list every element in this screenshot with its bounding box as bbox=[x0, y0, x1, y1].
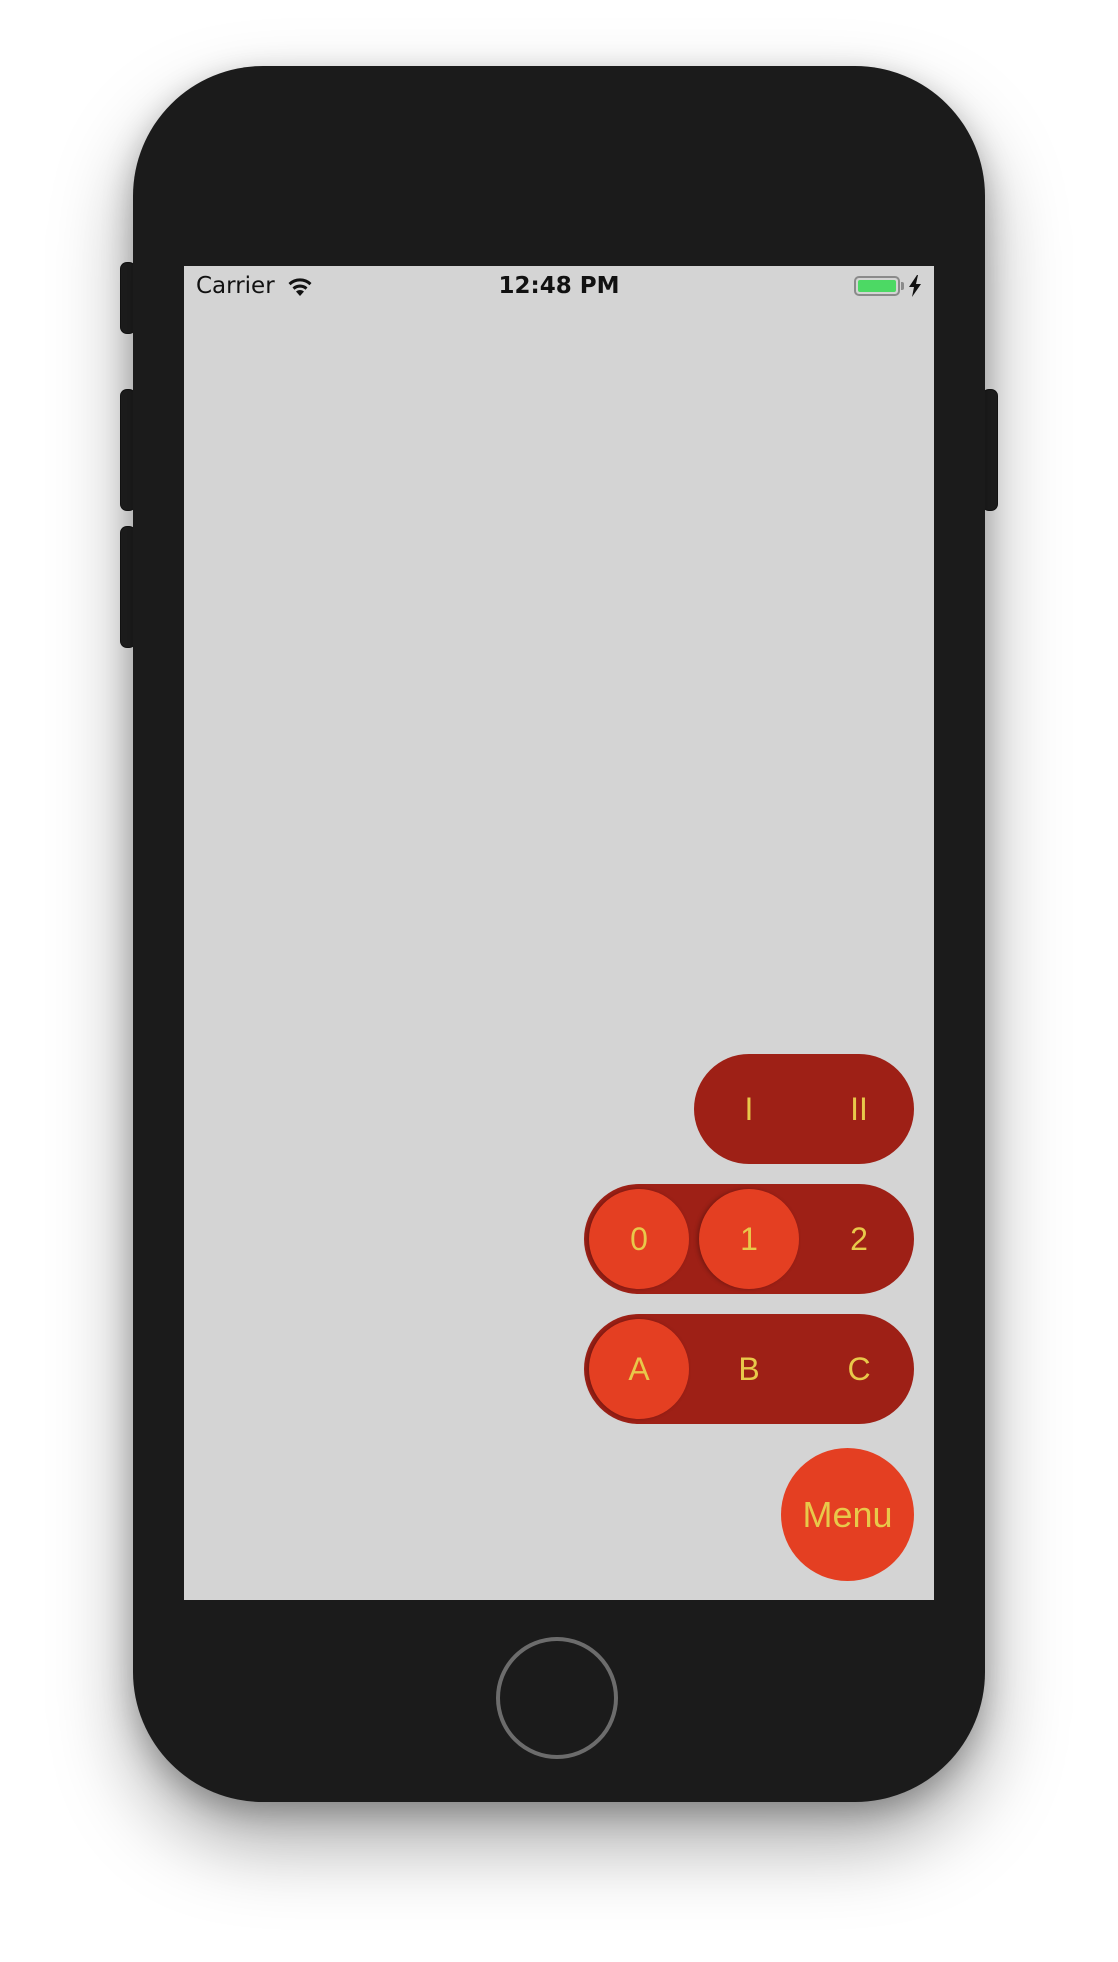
status-bar: Carrier 12:48 PM bbox=[184, 266, 934, 306]
battery-charging-icon bbox=[854, 276, 900, 296]
number-option-1[interactable]: 1 bbox=[699, 1189, 799, 1289]
charging-bolt-icon bbox=[909, 275, 921, 297]
roman-option-ii[interactable]: II bbox=[809, 1059, 909, 1159]
status-time: 12:48 PM bbox=[498, 273, 620, 299]
app-screen: Carrier 12:48 PM I II 0 1 2 A B C Menu bbox=[184, 266, 934, 1600]
device-stage: Carrier 12:48 PM I II 0 1 2 A B C Menu bbox=[0, 0, 1118, 1962]
power-button bbox=[983, 390, 997, 510]
menu-button[interactable]: Menu bbox=[781, 1448, 914, 1581]
roman-option-i[interactable]: I bbox=[699, 1059, 799, 1159]
number-option-2[interactable]: 2 bbox=[809, 1189, 909, 1289]
home-button[interactable] bbox=[496, 1637, 618, 1759]
number-option-0[interactable]: 0 bbox=[589, 1189, 689, 1289]
battery-tip bbox=[901, 282, 904, 290]
roman-numeral-menu: I II bbox=[694, 1054, 914, 1164]
number-menu: 0 1 2 bbox=[584, 1184, 914, 1294]
letter-menu: A B C bbox=[584, 1314, 914, 1424]
letter-option-c[interactable]: C bbox=[809, 1319, 909, 1419]
letter-option-b[interactable]: B bbox=[699, 1319, 799, 1419]
battery-level bbox=[858, 280, 896, 292]
letter-option-a[interactable]: A bbox=[589, 1319, 689, 1419]
